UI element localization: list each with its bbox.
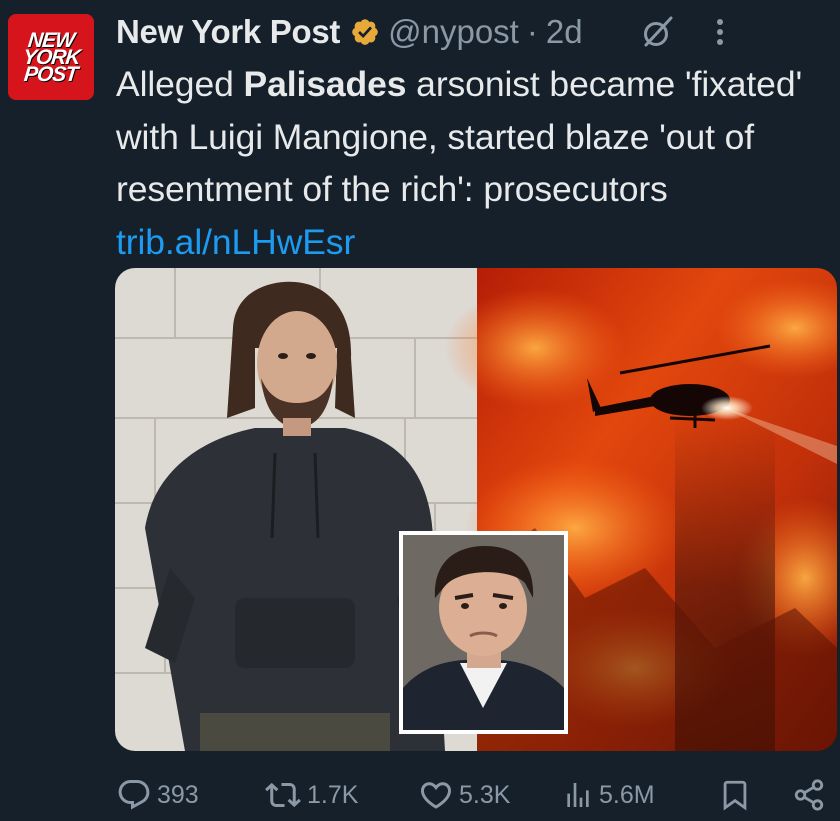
- media-collage: [115, 268, 837, 751]
- tweet-text-bold: Palisades: [243, 64, 407, 104]
- repost-icon: [265, 782, 301, 808]
- author-handle[interactable]: @nypost: [388, 13, 519, 51]
- reply-count: 393: [157, 780, 199, 809]
- header-separator: ·: [526, 13, 538, 50]
- share-button[interactable]: [792, 775, 826, 815]
- views-count: 5.6M: [599, 780, 655, 809]
- avatar[interactable]: NEW YORK POST: [8, 14, 94, 100]
- repost-button[interactable]: 1.7K: [264, 775, 358, 815]
- verified-badge-icon[interactable]: [350, 17, 380, 47]
- more-icon[interactable]: [713, 15, 727, 49]
- tweet-timestamp[interactable]: 2d: [546, 13, 583, 51]
- repost-count: 1.7K: [307, 780, 359, 809]
- like-count: 5.3K: [459, 780, 511, 809]
- display-name[interactable]: New York Post: [116, 13, 340, 51]
- views-icon: [567, 783, 589, 807]
- reply-icon: [118, 780, 150, 810]
- grok-icon[interactable]: [641, 15, 675, 49]
- like-button[interactable]: 5.3K: [418, 775, 510, 815]
- like-icon: [420, 782, 452, 809]
- tweet[interactable]: NEW YORK POST New York Post @nypost · 2d…: [0, 0, 840, 821]
- tweet-action-bar: 393 1.7K 5.3K 5.6M: [116, 775, 838, 815]
- inset-portrait-photo: [399, 531, 568, 734]
- bookmark-icon: [723, 780, 747, 811]
- tweet-header: New York Post @nypost · 2d: [116, 10, 830, 54]
- tweet-text: Alleged Palisades arsonist became 'fixat…: [116, 58, 831, 268]
- reply-button[interactable]: 393: [116, 775, 199, 815]
- tweet-text-part-1: Alleged: [116, 64, 244, 104]
- share-icon: [794, 779, 824, 811]
- avatar-text-line-3: POST: [23, 62, 79, 86]
- tweet-media-image[interactable]: [115, 268, 837, 751]
- tweet-link[interactable]: trib.al/nLHwEsr: [116, 222, 355, 262]
- views-button[interactable]: 5.6M: [562, 775, 655, 815]
- bookmark-button[interactable]: [718, 775, 752, 815]
